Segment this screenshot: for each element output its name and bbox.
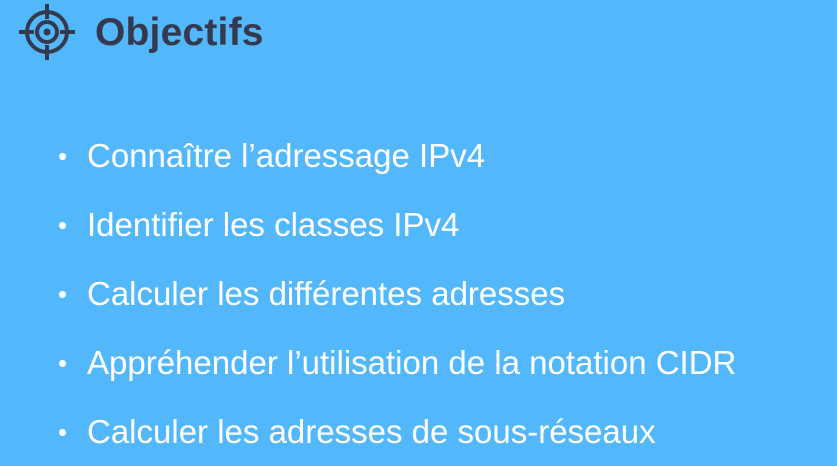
bullet-icon: •: [58, 209, 68, 240]
bullet-icon: •: [58, 140, 68, 171]
bullet-icon: •: [58, 347, 68, 378]
list-item: • Calculer les différentes adresses: [58, 259, 736, 328]
list-item: • Connaître l’adressage IPv4: [58, 121, 736, 190]
list-item-text: Calculer les adresses de sous-réseaux: [87, 413, 656, 450]
bullet-icon: •: [58, 278, 68, 309]
list-item-text: Appréhender l’utilisation de la notation…: [87, 344, 737, 381]
list-item: • Appréhender l’utilisation de la notati…: [58, 328, 736, 397]
list-item-text: Identifier les classes IPv4: [87, 206, 460, 243]
list-item-text: Connaître l’adressage IPv4: [87, 137, 486, 174]
objectives-list: • Connaître l’adressage IPv4 • Identifie…: [58, 121, 736, 466]
list-item: • Identifier les classes IPv4: [58, 190, 736, 259]
list-item: • Calculer les adresses de sous-réseaux: [58, 397, 736, 466]
slide-title: Objectifs: [95, 10, 264, 54]
target-icon: [19, 4, 75, 60]
slide: Objectifs • Connaître l’adressage IPv4 •…: [0, 0, 837, 465]
list-item-text: Calculer les différentes adresses: [87, 275, 566, 312]
bullet-icon: •: [58, 416, 68, 447]
slide-header: Objectifs: [18, 2, 264, 62]
